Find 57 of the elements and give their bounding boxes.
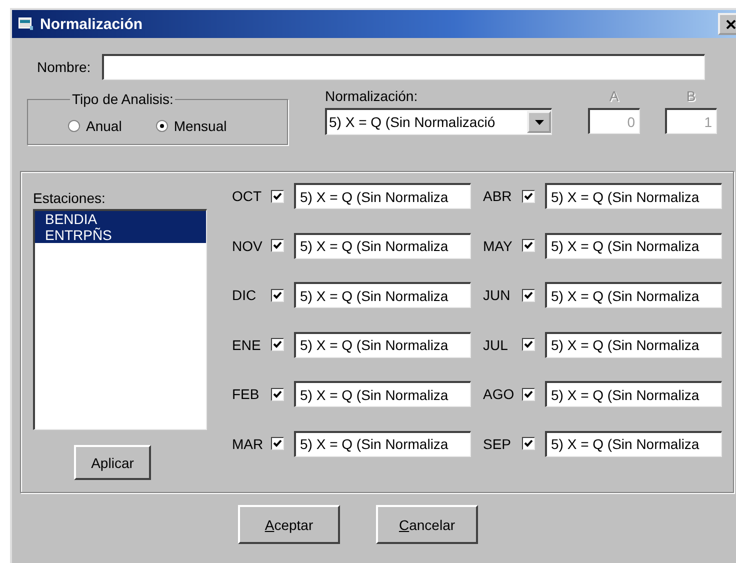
window-title: Normalización [40,16,144,32]
month-checkbox[interactable] [271,388,284,401]
month-label: JUN [483,287,512,304]
month-normalization-field[interactable]: 5) X = Q (Sin Normaliza [545,232,722,259]
month-checkbox[interactable] [271,288,284,302]
month-checkbox[interactable] [271,239,284,252]
group-title: Tipo de Analisis: [71,91,174,107]
month-normalization-field[interactable]: 5) X = Q (Sin Normaliza [294,381,471,408]
parameter-label: A [609,88,619,104]
accept-button[interactable]: Aceptar [238,505,340,544]
month-checkbox[interactable] [271,437,284,450]
month-label: ENE [232,336,262,353]
month-normalization-field[interactable]: 5) X = Q (Sin Normaliza [294,232,471,259]
month-checkbox[interactable] [522,338,535,352]
month-label: DIC [232,287,258,304]
month-label: JUL [483,336,509,353]
month-normalization-field[interactable]: 5) X = Q (Sin Normaliza [545,381,722,408]
month-label: MAR [232,436,264,452]
window-icon [18,17,34,31]
month-normalization-field[interactable]: 5) X = Q (Sin Normaliza [545,183,722,209]
month-checkbox[interactable] [522,437,535,450]
parameter-label: B [686,88,696,104]
month-normalization-field[interactable]: 5) X = Q (Sin Normaliza [545,282,722,308]
month-checkbox[interactable] [522,190,535,202]
radio-option[interactable]: Mensual [156,118,227,134]
month-checkbox[interactable] [522,388,535,401]
station-item[interactable]: ENTRPÑS [35,227,206,243]
month-checkbox[interactable] [522,239,535,252]
normalization-dropdown[interactable]: 5) X = Q (Sin Normalizació [325,108,552,135]
month-label: ABR [483,188,513,204]
month-checkbox[interactable] [271,190,284,202]
month-normalization-field[interactable]: 5) X = Q (Sin Normaliza [294,282,471,308]
month-checkbox[interactable] [522,288,535,302]
stations-label: Estaciones: [33,190,106,206]
month-label: AGO [483,386,516,402]
month-normalization-field[interactable]: 5) X = Q (Sin Normaliza [294,183,471,209]
month-normalization-field[interactable]: 5) X = Q (Sin Normaliza [294,430,471,457]
name-input[interactable] [102,54,705,80]
month-normalization-field[interactable]: 5) X = Q (Sin Normaliza [545,430,722,457]
cancel-button[interactable]: Cancelar [376,505,478,544]
month-label: OCT [232,188,263,204]
month-checkbox[interactable] [271,338,284,352]
month-label: FEB [232,386,260,402]
close-icon [726,20,736,28]
caret-icon [534,120,544,124]
month-normalization-field[interactable]: 5) X = Q (Sin Normaliza [545,332,722,358]
radio-option[interactable]: Anual [68,118,122,134]
dropdown-button[interactable] [527,111,551,133]
apply-button[interactable]: Aplicar [74,445,151,480]
name-label: Nombre: [37,59,91,75]
month-label: MAY [483,238,514,254]
month-label: SEP [483,436,512,452]
month-normalization-field[interactable]: 5) X = Q (Sin Normaliza [294,332,471,358]
normalization-label: Normalización: [325,88,419,104]
station-item[interactable]: BENDIA [35,211,206,227]
month-label: NOV [232,238,264,254]
stations-list[interactable]: BENDIA ENTRPÑS [33,209,207,430]
